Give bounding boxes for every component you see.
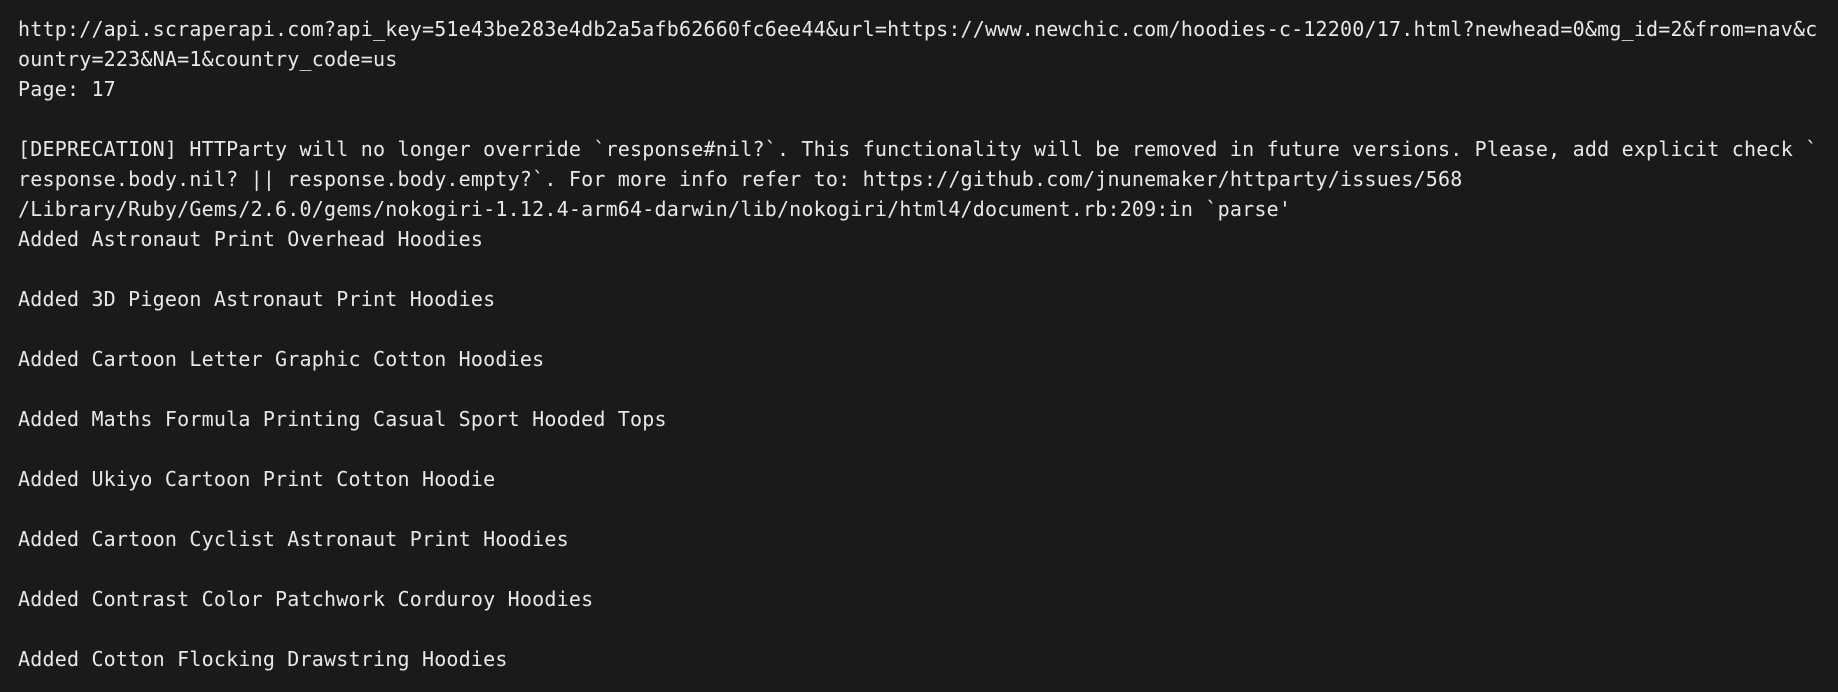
terminal-line: Added Cotton Flocking Drawstring Hoodies	[18, 644, 1820, 674]
terminal-line	[18, 494, 1820, 524]
terminal-line: http://api.scraperapi.com?api_key=51e43b…	[18, 14, 1820, 74]
terminal-output[interactable]: http://api.scraperapi.com?api_key=51e43b…	[0, 0, 1838, 692]
terminal-line: Page: 17	[18, 74, 1820, 104]
terminal-line	[18, 434, 1820, 464]
terminal-line	[18, 314, 1820, 344]
terminal-line	[18, 374, 1820, 404]
terminal-line	[18, 614, 1820, 644]
terminal-line	[18, 554, 1820, 584]
terminal-line: Added 3D Pigeon Astronaut Print Hoodies	[18, 284, 1820, 314]
terminal-line	[18, 104, 1820, 134]
terminal-line: Added Astronaut Print Overhead Hoodies	[18, 224, 1820, 254]
terminal-line: Added Maths Formula Printing Casual Spor…	[18, 404, 1820, 434]
terminal-line: Added Ukiyo Cartoon Print Cotton Hoodie	[18, 464, 1820, 494]
terminal-line	[18, 254, 1820, 284]
terminal-line: /Library/Ruby/Gems/2.6.0/gems/nokogiri-1…	[18, 194, 1820, 224]
terminal-line: Added Cartoon Cyclist Astronaut Print Ho…	[18, 524, 1820, 554]
terminal-line: Added Contrast Color Patchwork Corduroy …	[18, 584, 1820, 614]
terminal-line: [DEPRECATION] HTTParty will no longer ov…	[18, 134, 1820, 194]
terminal-line: Added Cartoon Letter Graphic Cotton Hood…	[18, 344, 1820, 374]
